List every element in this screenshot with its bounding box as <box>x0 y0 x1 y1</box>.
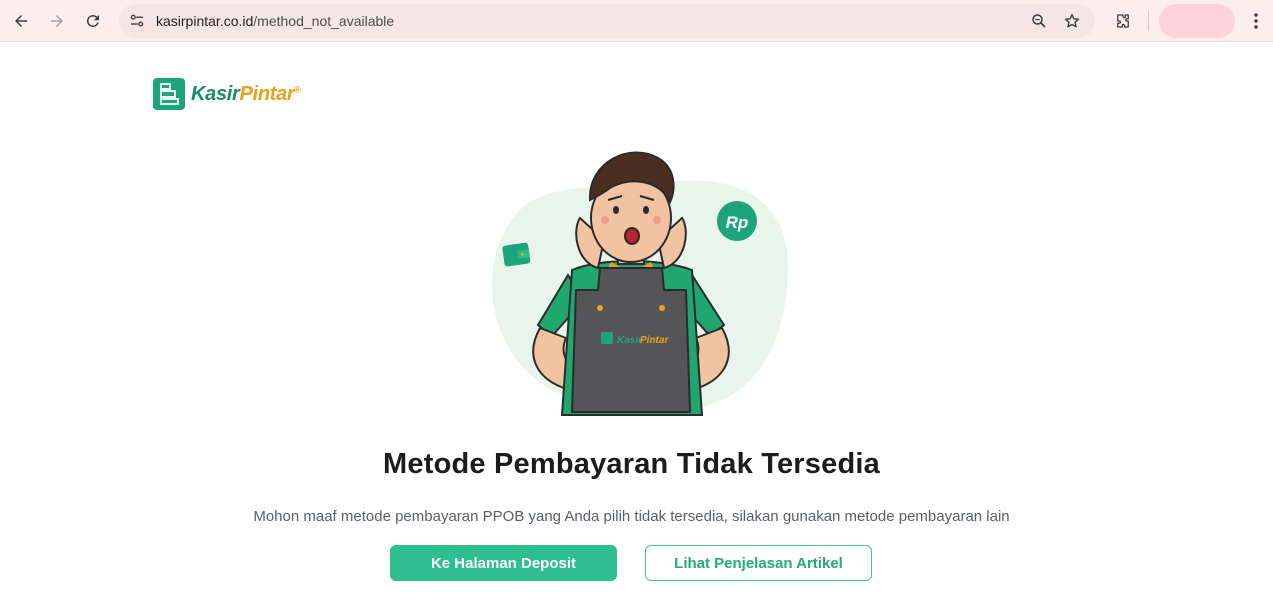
address-bar[interactable]: kasirpintar.co.id/method_not_available <box>119 4 1095 38</box>
tune-icon[interactable] <box>127 11 147 31</box>
zoom-icon[interactable] <box>1029 11 1049 31</box>
reload-icon <box>86 14 99 27</box>
url-path: /method_not_available <box>253 13 395 29</box>
extensions-button[interactable] <box>1110 8 1136 34</box>
forward-button[interactable] <box>45 9 69 33</box>
logo-text-pintar: Pintar <box>239 82 295 105</box>
puzzle-icon <box>1117 14 1129 28</box>
menu-button[interactable] <box>1246 9 1266 33</box>
kasirpintar-logo[interactable]: KasirPintar® <box>153 78 301 110</box>
reload-button[interactable] <box>81 9 105 33</box>
kebab-menu-icon <box>1254 13 1258 29</box>
error-message: Mohon maaf metode pembayaran PPOB yang A… <box>253 508 1010 525</box>
browser-toolbar: kasirpintar.co.id/method_not_available <box>0 0 1273 42</box>
toolbar-divider <box>1148 11 1149 31</box>
url-host: kasirpintar.co.id <box>156 13 254 29</box>
wallet-icon <box>502 242 531 267</box>
register-icon <box>153 78 185 110</box>
page-title: Metode Pembayaran Tidak Tersedia <box>383 448 880 480</box>
back-button[interactable] <box>9 9 33 33</box>
url-text[interactable]: kasirpintar.co.id/method_not_available <box>156 13 394 29</box>
star-icon[interactable] <box>1062 11 1082 31</box>
confused-cashier-illustration: Rp Kasir Pintar <box>480 140 800 420</box>
logo-text-kasir: Kasir <box>191 82 240 105</box>
profile-button[interactable] <box>1159 4 1235 38</box>
logo-wordmark: KasirPintar® <box>191 83 301 106</box>
arrow-left-icon <box>15 15 27 27</box>
apron-text-pintar: Pintar <box>640 335 669 346</box>
rp-badge-text: Rp <box>726 213 749 232</box>
article-explanation-button[interactable]: Lihat Penjelasan Artikel <box>645 545 872 581</box>
deposit-page-button[interactable]: Ke Halaman Deposit <box>390 545 617 581</box>
registered-mark: ® <box>294 83 301 94</box>
arrow-right-icon <box>51 15 63 27</box>
